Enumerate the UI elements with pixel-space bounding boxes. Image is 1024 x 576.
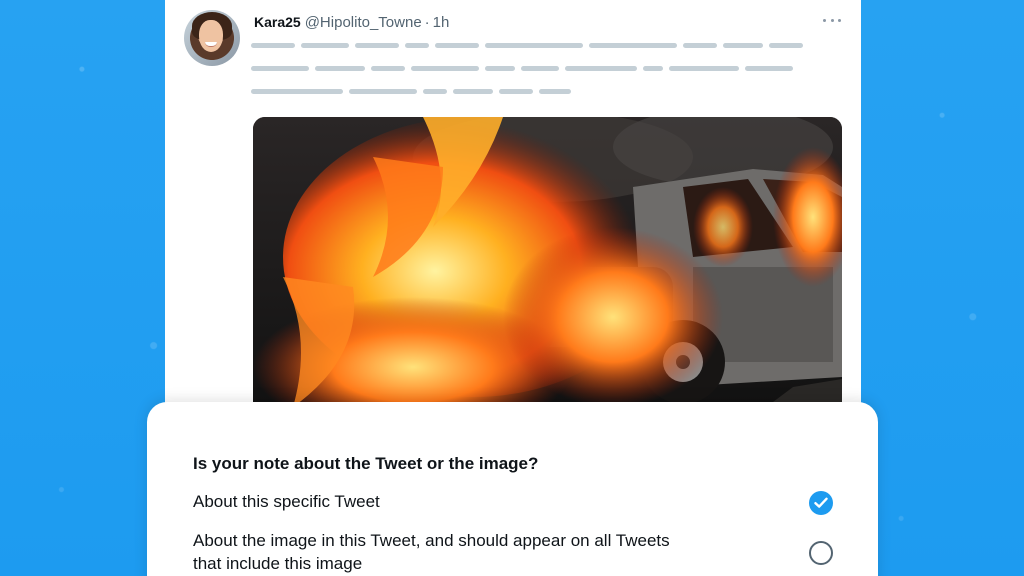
redacted-line xyxy=(251,89,811,94)
redacted-line xyxy=(251,43,811,48)
redacted-tweet-text xyxy=(251,43,811,112)
redacted-line xyxy=(251,66,811,71)
header-separator: · xyxy=(424,13,430,31)
dialog-question: Is your note about the Tweet or the imag… xyxy=(193,454,539,473)
checkmark-icon[interactable] xyxy=(809,491,833,515)
avatar[interactable] xyxy=(184,10,240,66)
display-name[interactable]: Kara25 xyxy=(254,14,301,30)
user-handle[interactable]: @Hipolito_Towne xyxy=(305,14,422,31)
option-label: About the image in this Tweet, and shoul… xyxy=(193,531,670,573)
tweet-time[interactable]: 1h xyxy=(433,14,450,31)
option-specific-tweet[interactable]: About this specific Tweet xyxy=(193,490,833,515)
burning-car-image[interactable] xyxy=(253,117,842,417)
option-image-all-tweets[interactable]: About the image in this Tweet, and shoul… xyxy=(193,529,833,575)
avatar-face xyxy=(199,20,223,52)
tweet-header: Kara25 @Hipolito_Towne · 1h xyxy=(254,12,449,32)
burning-car-illustration xyxy=(253,117,842,417)
more-icon[interactable] xyxy=(823,14,841,26)
radio-empty-icon[interactable] xyxy=(809,541,833,565)
option-label: About this specific Tweet xyxy=(193,492,380,511)
note-type-dialog: Is your note about the Tweet or the imag… xyxy=(147,402,878,576)
